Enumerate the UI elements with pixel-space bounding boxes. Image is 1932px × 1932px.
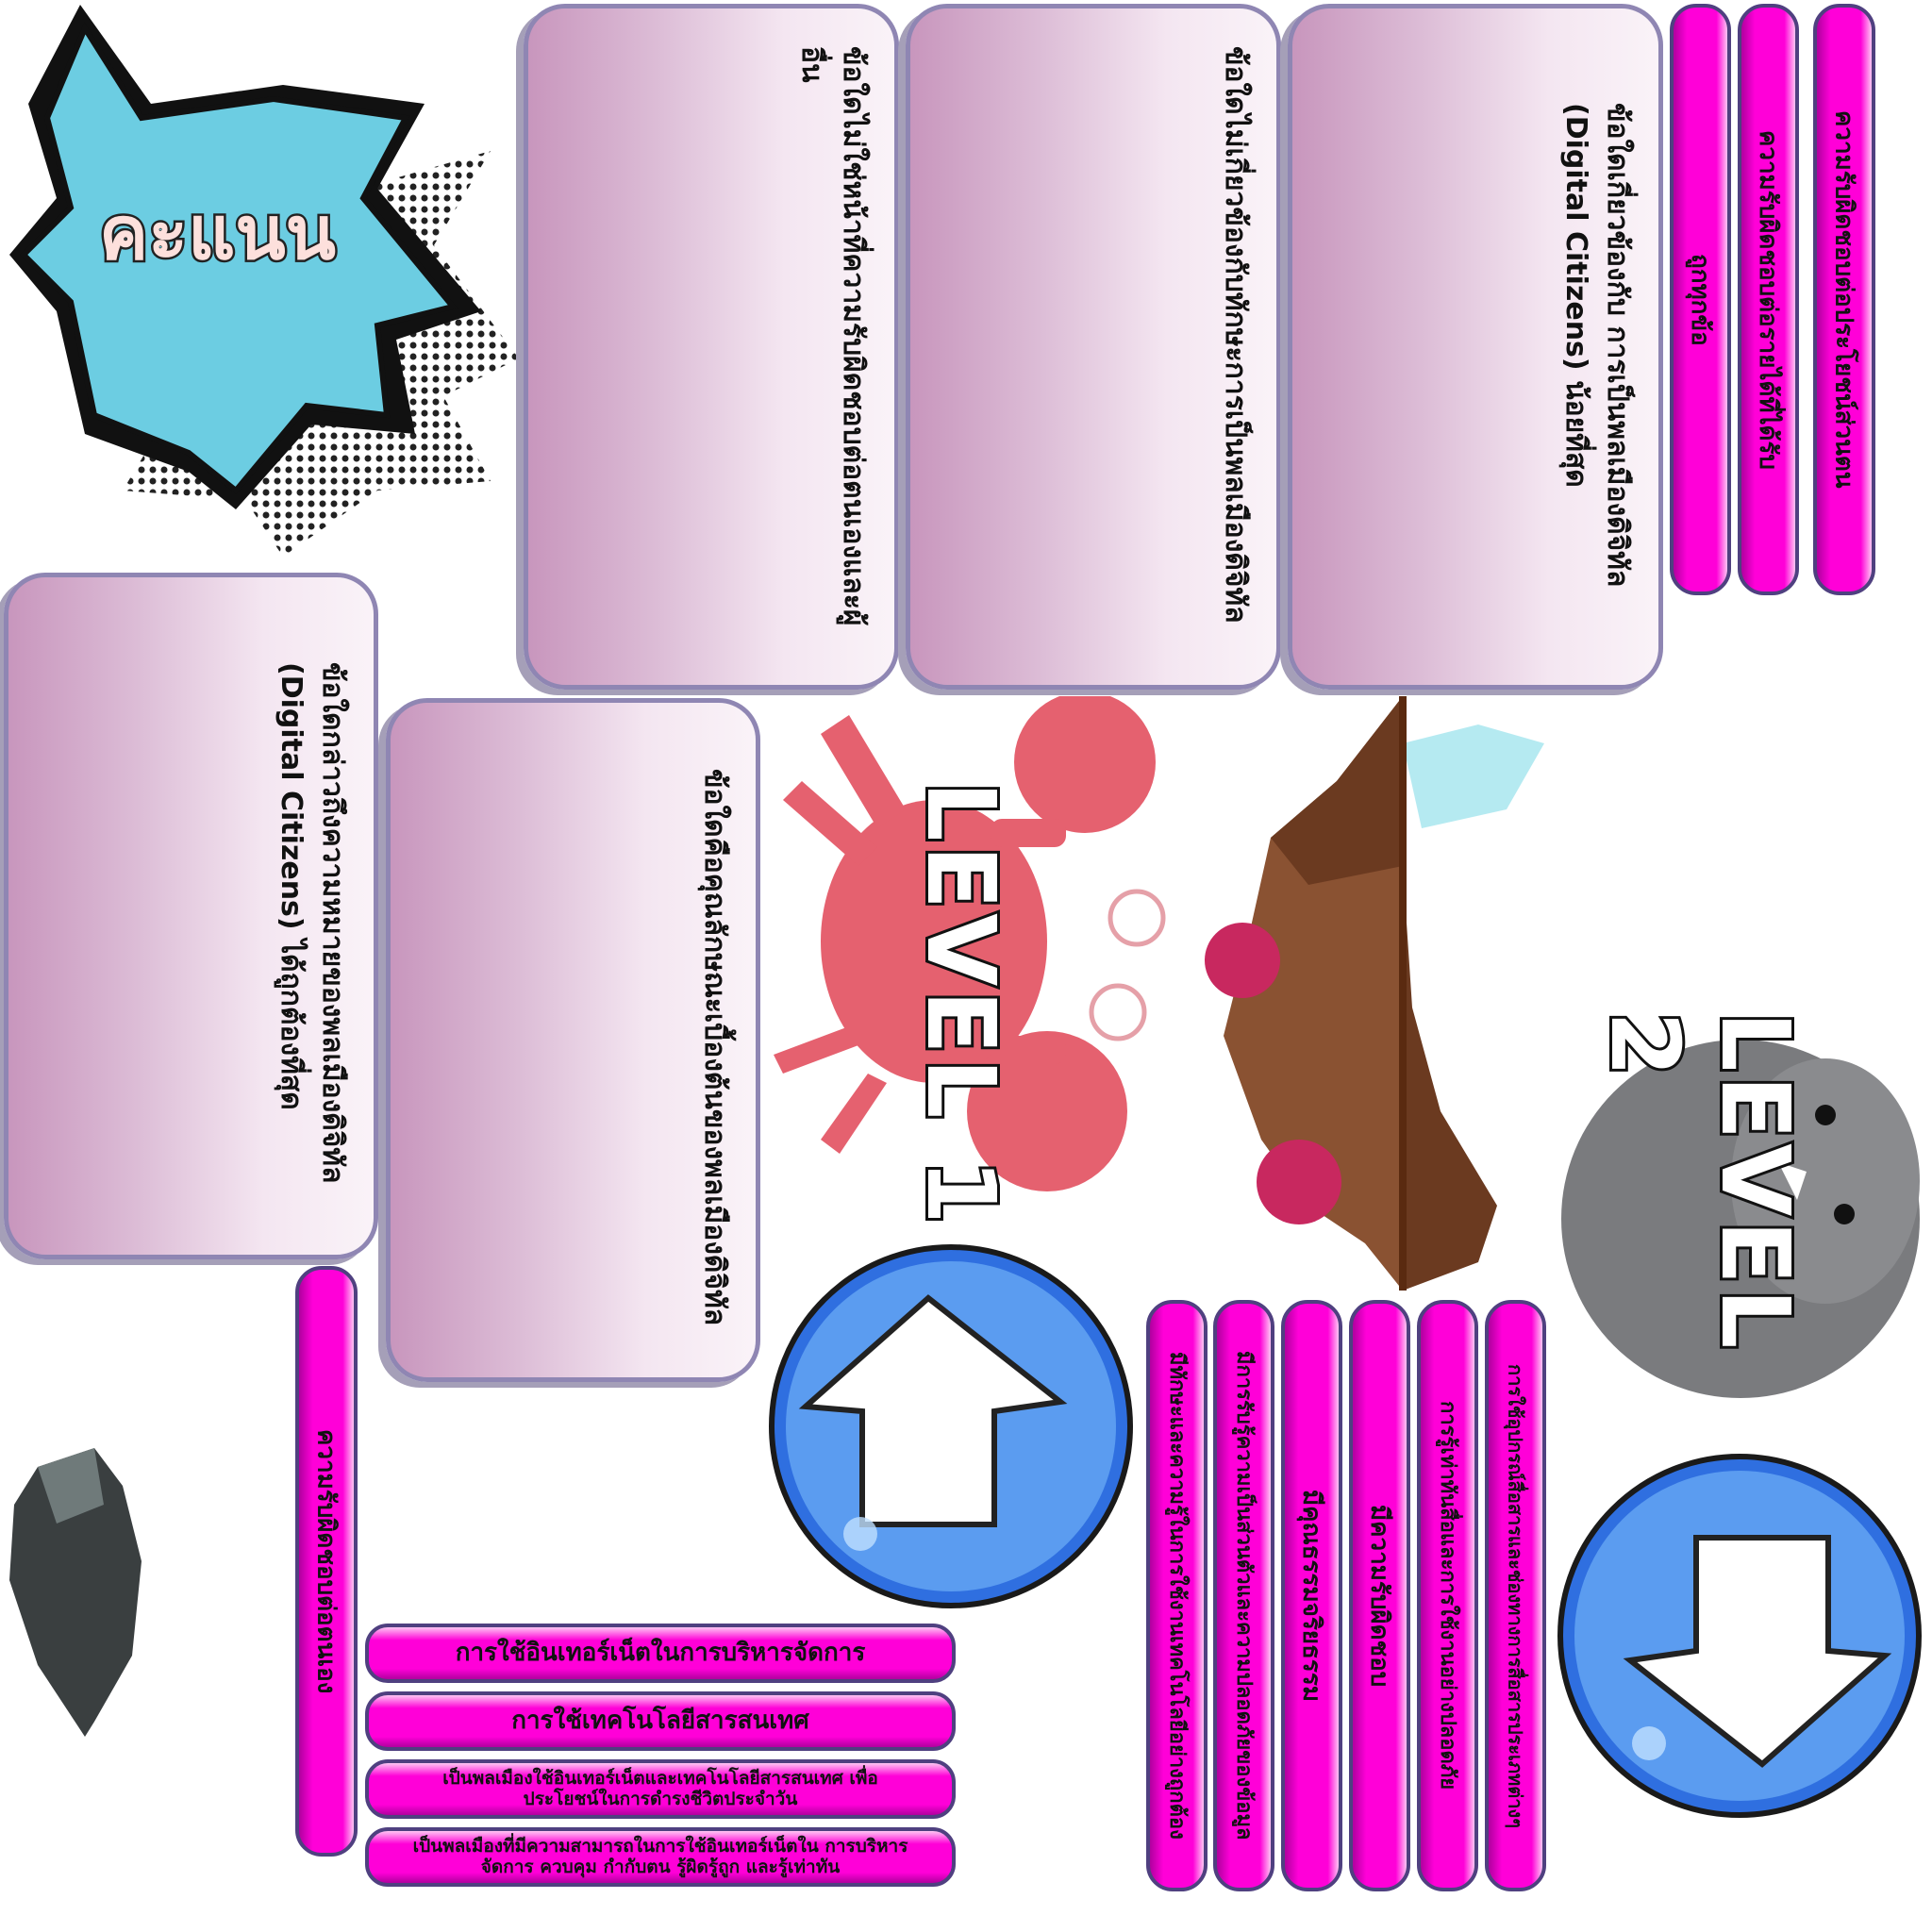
- answer-pill[interactable]: มีความรับผิดชอบ: [1349, 1300, 1410, 1891]
- answer-text: การรู้เท่าทันสื่อและการใช้งานอย่างปลอดภั…: [1436, 1401, 1459, 1790]
- answer-pill[interactable]: ความรับผิดชอบต่อประโยชน์ส่วนตน: [1813, 4, 1875, 595]
- answer-text: การใช้อินเทอร์เน็ตในการบริหารจัดการ: [455, 1638, 866, 1667]
- arrow-button-1[interactable]: [766, 1241, 1136, 1611]
- question-card-1[interactable]: ข้อใดไม่ใช่หน้าที่ความรับผิดชอบต่อตนเองแ…: [524, 4, 899, 690]
- answer-pill[interactable]: ถูกทุกข้อ: [1670, 4, 1731, 595]
- question-text: ข้อใดไม่ใช่หน้าที่ความรับผิดชอบต่อตนเองแ…: [795, 46, 870, 626]
- question-card-3[interactable]: ข้อใดเกี่ยวข้องกับ การเป็นพลเมืองดิจิทัล…: [1288, 4, 1663, 690]
- answer-pill[interactable]: การรู้เท่าทันสื่อและการใช้งานอย่างปลอดภั…: [1417, 1300, 1478, 1891]
- answer-pill[interactable]: การใช้เทคโนโลยีสารสนเทศ: [365, 1691, 956, 1751]
- answer-text: เป็นพลเมืองใช้อินเทอร์เน็ตและเทคโนโลยีสา…: [442, 1767, 878, 1809]
- answer-pill[interactable]: เป็นพลเมืองใช้อินเทอร์เน็ตและเทคโนโลยีสา…: [365, 1759, 956, 1819]
- question-card-5[interactable]: ข้อใดคือคุณลักษณะเบื้องต้นของพลเมืองดิจิ…: [386, 698, 760, 1382]
- answer-pill[interactable]: เป็นพลเมืองที่มีความสามารถในการใช้อินเทอ…: [365, 1827, 956, 1887]
- answer-text: ความรับผิดชอบต่อตนเอง: [311, 1428, 341, 1694]
- answer-text: การใช้อุปกรณ์สื่อสารและช่องทางการสื่อสาร…: [1504, 1363, 1527, 1828]
- answer-text: ความรับผิดชอบต่อรายได้ที่ได้รับ: [1754, 129, 1782, 470]
- answer-pill[interactable]: ความรับผิดชอบต่อตนเอง: [295, 1266, 358, 1857]
- question-card-2[interactable]: ข้อใดไม่เกี่ยวข้องกับทักษะการเป็นพลเมือง…: [906, 4, 1281, 690]
- answer-text: มีทักษะและความรู้ในการใช้งานเทคโนโลยีอย่…: [1165, 1352, 1189, 1840]
- answer-text: การใช้เทคโนโลยีสารสนเทศ: [511, 1706, 809, 1735]
- rock-icon: [1205, 696, 1544, 1291]
- arrow-button-2[interactable]: [1555, 1451, 1924, 1821]
- arrow-icon: [769, 1244, 1133, 1608]
- answer-pill[interactable]: มีการรับรู้ความเป็นส่วนตัวและความปลอดภัย…: [1213, 1300, 1274, 1891]
- question-card-4[interactable]: ข้อใดกล่าวถึงความหมายของพลเมืองดิจิทัล (…: [4, 573, 378, 1259]
- answer-text: มีการรับรู้ความเป็นส่วนตัวและความปลอดภัย…: [1232, 1351, 1256, 1840]
- dark-rock-icon: [9, 1448, 142, 1737]
- answer-text: ถูกทุกข้อ: [1686, 253, 1714, 346]
- answer-pill[interactable]: มีทักษะและความรู้ในการใช้งานเทคโนโลยีอย่…: [1146, 1300, 1208, 1891]
- arrow-icon: [1557, 1454, 1922, 1818]
- crab-level-1[interactable]: LEVEL 1: [764, 691, 1189, 1232]
- question-text: ข้อใดเกี่ยวข้องกับ การเป็นพลเมืองดิจิทัล…: [1559, 103, 1634, 588]
- dark-rock: [0, 1448, 148, 1737]
- answer-text: ความรับผิดชอบต่อประโยชน์ส่วนตน: [1829, 110, 1858, 489]
- score-label: คะแนน: [97, 190, 339, 279]
- level-label: LEVEL 2: [1587, 1008, 1813, 1355]
- answer-text: มีคุณธรรมจริยธรรม: [1297, 1490, 1325, 1702]
- answer-pill[interactable]: ความรับผิดชอบต่อรายได้ที่ได้รับ: [1738, 4, 1799, 595]
- question-text: ข้อใดกล่าวถึงความหมายของพลเมืองดิจิทัล (…: [275, 662, 349, 1184]
- score-burst: คะแนน: [0, 0, 528, 566]
- answer-pill[interactable]: การใช้อุปกรณ์สื่อสารและช่องทางการสื่อสาร…: [1485, 1300, 1546, 1891]
- answer-text: เป็นพลเมืองที่มีความสามารถในการใช้อินเทอ…: [412, 1835, 908, 1877]
- rock-crystal-obstacle: [1195, 696, 1546, 1293]
- answer-pill[interactable]: การใช้อินเทอร์เน็ตในการบริหารจัดการ: [365, 1624, 956, 1683]
- level-label: LEVEL 1: [903, 778, 1019, 1231]
- question-text: ข้อใดคือคุณลักษณะเบื้องต้นของพลเมืองดิจิ…: [698, 769, 731, 1326]
- seal-level-2[interactable]: LEVEL 2: [1552, 974, 1922, 1429]
- answer-pill[interactable]: มีคุณธรรมจริยธรรม: [1281, 1300, 1342, 1891]
- question-text: ข้อใดไม่เกี่ยวข้องกับทักษะการเป็นพลเมือง…: [1219, 46, 1252, 624]
- answer-text: มีความรับผิดชอบ: [1365, 1504, 1393, 1688]
